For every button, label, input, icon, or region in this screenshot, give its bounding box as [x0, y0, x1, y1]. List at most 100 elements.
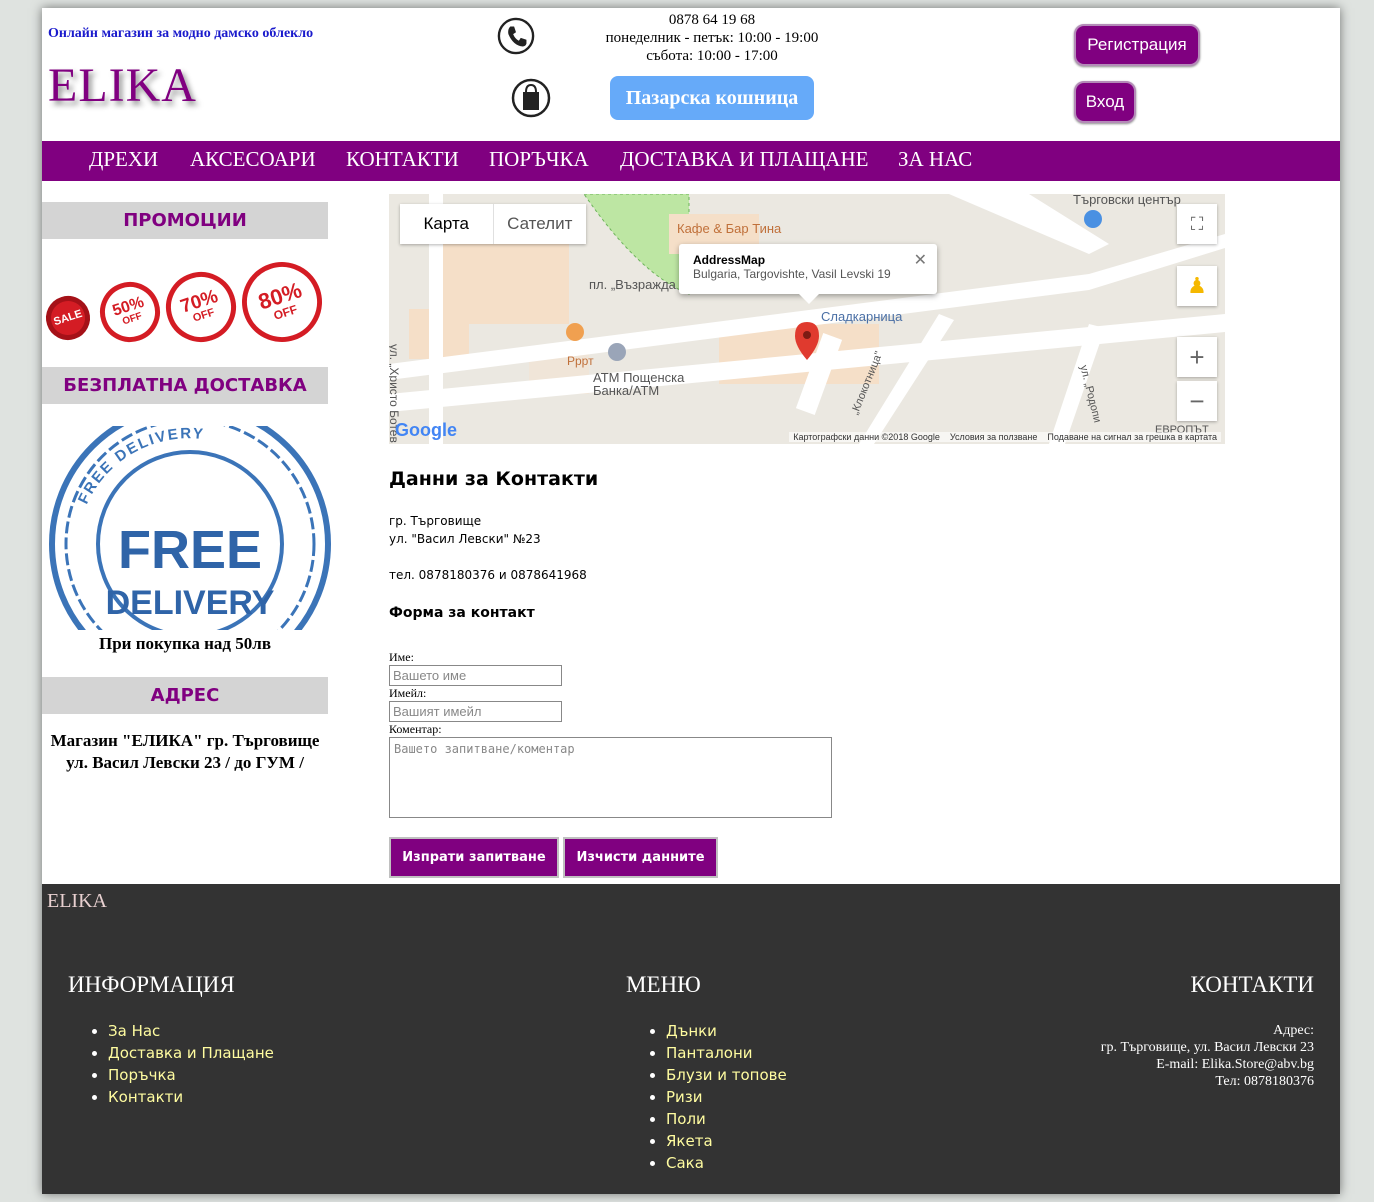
footer-info-item[interactable]: За Нас [108, 1020, 274, 1042]
stamp-delivery-text: DELIVERY [106, 584, 275, 622]
comment-textarea[interactable]: Вашето запитване/коментар [389, 737, 832, 818]
footer-logo[interactable]: ELIKA [47, 890, 107, 913]
promo-heading: ПРОМОЦИИ [42, 202, 328, 239]
submit-inquiry-button[interactable]: Изпрати запитване [389, 837, 559, 878]
sidebar-address: Магазин "ЕЛИКА" гр. Търговище ул. Васил … [42, 730, 328, 774]
google-map[interactable]: Търговски център Кафе & Бар Тина пл. „Въ… [389, 194, 1225, 444]
footer-link-trousers[interactable]: Панталони [666, 1044, 753, 1062]
contact-street: ул. "Васил Левски" №23 [389, 532, 541, 546]
main-nav: ДРЕХИ АКСЕСОАРИ КОНТАКТИ ПОРЪЧКА ДОСТАВК… [42, 141, 1340, 181]
map-footer-data: Картографски данни ©2018 Google [793, 432, 940, 442]
footer-address-label: Адрес: [1273, 1023, 1314, 1038]
fullscreen-icon[interactable]: ⛶ [1177, 204, 1217, 244]
footer-link-order[interactable]: Поръчка [108, 1066, 176, 1084]
nav-item-clothes[interactable]: ДРЕХИ [89, 147, 158, 172]
map-label-square: пл. „Възражда [589, 277, 676, 292]
map-label-shopping-center: Търговски център [1073, 194, 1181, 207]
google-logo[interactable]: Google [395, 420, 457, 441]
discount-80-badge: 80% OFF [231, 251, 333, 353]
footer-info-item[interactable]: Доставка и Плащане [108, 1042, 274, 1064]
footer-menu-item[interactable]: Поли [666, 1108, 787, 1130]
map-popup-address: Bulgaria, Targovishte, Vasil Levski 19 [693, 267, 891, 281]
map-info-window: AddressMap Bulgaria, Targovishte, Vasil … [679, 244, 937, 304]
tagline: Онлайн магазин за модно дамско облекло [48, 26, 314, 41]
map-popup-title: AddressMap [693, 253, 766, 267]
sidebar-address-line2: ул. Васил Левски 23 / до ГУМ / [66, 753, 304, 772]
footer-info-item[interactable]: Поръчка [108, 1064, 274, 1086]
map-footer-report[interactable]: Подаване на сигнал за грешка в картата [1047, 432, 1217, 442]
header-contact-info: 0878 64 19 68 понеделник - петък: 10:00 … [562, 11, 862, 65]
footer-link-jackets[interactable]: Якета [666, 1132, 713, 1150]
shopping-bag-icon [511, 78, 551, 118]
footer-menu-item[interactable]: Якета [666, 1130, 787, 1152]
page: Онлайн магазин за модно дамско облекло E… [40, 8, 1340, 1194]
nav-item-delivery-payment[interactable]: ДОСТАВКА И ПЛАЩАНЕ [620, 147, 868, 172]
footer-link-blouses[interactable]: Блузи и топове [666, 1066, 787, 1084]
name-input[interactable]: Вашето име [389, 665, 562, 686]
map-popup-pointer [799, 294, 819, 304]
discount-50-badge: 50% OFF [92, 274, 168, 350]
footer-link-jeans[interactable]: Дънки [666, 1022, 717, 1040]
footer-email: E-mail: Elika.Store@abv.bg [1156, 1057, 1314, 1072]
footer-link-coats[interactable]: Сака [666, 1154, 704, 1172]
name-label: Име: [389, 650, 414, 664]
contact-phones: тел. 0878180376 и 0878641968 [389, 568, 587, 582]
footer-link-skirts[interactable]: Поли [666, 1110, 706, 1128]
contact-form-title: Форма за контакт [389, 605, 535, 621]
footer-info-list: За Нас Доставка и Плащане Поръчка Контак… [88, 1020, 274, 1108]
map-label-cafe: Кафе & Бар Тина [677, 221, 782, 236]
address-heading: АДРЕС [42, 677, 328, 714]
footer-info-item[interactable]: Контакти [108, 1086, 274, 1108]
map-label-atm: ATM Пощенска Банка/ATM [593, 370, 685, 398]
footer-link-contacts[interactable]: Контакти [108, 1088, 183, 1106]
free-delivery-stamp-image[interactable]: FREE DELIVERY FREE DELIVERY [48, 426, 332, 630]
footer-info-title: ИНФОРМАЦИЯ [68, 972, 235, 997]
promo-badges-image[interactable]: SALE 50% OFF 70% OFF 80% OFF [40, 251, 333, 353]
login-button[interactable]: Вход [1074, 81, 1136, 123]
footer-link-shirts[interactable]: Ризи [666, 1088, 703, 1106]
map-tab-map[interactable]: Карта [400, 204, 493, 244]
map-tab-satellite[interactable]: Сателит [492, 204, 587, 244]
zoom-in-icon[interactable]: + [1177, 337, 1217, 377]
footer: ELIKA ИНФОРМАЦИЯ За Нас Доставка и Плаща… [42, 884, 1340, 1194]
footer-contacts-title: КОНТАКТИ [1190, 972, 1314, 997]
contact-city: гр. Търговище [389, 514, 482, 528]
footer-contacts: Адрес: гр. Търговище, ул. Васил Левски 2… [1101, 1022, 1314, 1090]
footer-phone: Тел: 0878180376 [1215, 1074, 1314, 1089]
comment-label: Коментар: [389, 722, 442, 736]
nav-item-accessories[interactable]: АКСЕСОАРИ [190, 147, 316, 172]
footer-address: гр. Търговище, ул. Васил Левски 23 [1100, 1040, 1314, 1055]
site-logo[interactable]: ELIKA [48, 58, 197, 113]
shopping-cart-button[interactable]: Пазарска кошница [610, 76, 814, 120]
footer-menu-item[interactable]: Блузи и топове [666, 1064, 787, 1086]
map-type-tabs: Карта Сателит [400, 204, 586, 244]
contact-title: Данни за Контакти [389, 468, 599, 490]
footer-menu-item[interactable]: Дънки [666, 1020, 787, 1042]
footer-menu-item[interactable]: Панталони [666, 1042, 787, 1064]
sale-badge-text: SALE [52, 307, 84, 328]
map-label-pastry: Сладкарница [821, 309, 903, 324]
free-delivery-note: При покупка над 50лв [98, 634, 272, 653]
header-hours-weekday: понеделник - петък: 10:00 - 19:00 [605, 30, 819, 46]
sale-badge: SALE [40, 290, 96, 346]
free-delivery-heading: БЕЗПЛАТНА ДОСТАВКА [42, 367, 328, 404]
header-phone: 0878 64 19 68 [668, 12, 756, 28]
email-input[interactable]: Вашият имейл [389, 701, 562, 722]
sidebar-address-line1: Магазин "ЕЛИКА" гр. Търговище [50, 731, 320, 750]
close-icon[interactable]: ✕ [914, 250, 927, 270]
clear-form-button[interactable]: Изчисти данните [563, 837, 718, 878]
footer-menu-list: Дънки Панталони Блузи и топове Ризи Поли… [646, 1020, 787, 1174]
nav-item-contacts[interactable]: КОНТАКТИ [346, 147, 459, 172]
register-button[interactable]: Регистрация [1074, 24, 1200, 66]
nav-item-about[interactable]: ЗА НАС [898, 147, 972, 172]
map-footer-terms[interactable]: Условия за ползване [950, 432, 1038, 442]
zoom-out-icon[interactable]: − [1177, 381, 1217, 421]
phone-icon [497, 17, 535, 55]
pegman-icon[interactable]: ♟ [1177, 266, 1217, 306]
email-label: Имейл: [389, 686, 427, 700]
footer-link-about[interactable]: За Нас [108, 1022, 160, 1040]
footer-menu-item[interactable]: Сака [666, 1152, 787, 1174]
nav-item-order[interactable]: ПОРЪЧКА [489, 147, 589, 172]
footer-link-delivery[interactable]: Доставка и Плащане [108, 1044, 274, 1062]
footer-menu-item[interactable]: Ризи [666, 1086, 787, 1108]
